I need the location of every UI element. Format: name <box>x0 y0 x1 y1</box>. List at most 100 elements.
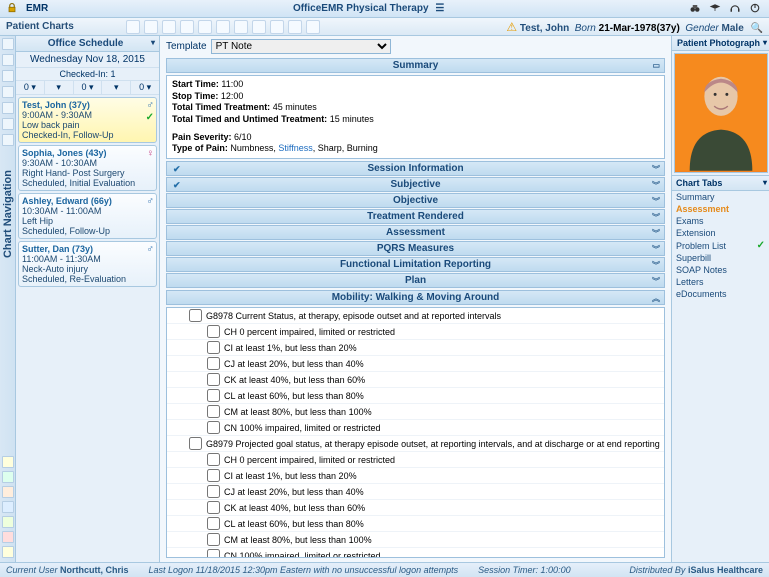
section-functional-limitation-reporting[interactable]: Functional Limitation Reporting︾ <box>166 257 665 272</box>
rail-icon-2[interactable] <box>2 54 14 66</box>
rail-bottom-6[interactable] <box>2 531 14 543</box>
mobility-row[interactable]: G8978 Current Status, at therapy, episod… <box>167 308 664 324</box>
count-0[interactable]: 0 ▾ <box>16 81 45 94</box>
mobility-checkbox[interactable] <box>207 389 220 402</box>
section-summary[interactable]: Summary ▭ <box>166 58 665 73</box>
rail-bottom-3[interactable] <box>2 486 14 498</box>
warning-icon[interactable]: ⚠ <box>506 20 517 34</box>
chart-tab-summary[interactable]: Summary <box>672 191 769 203</box>
lock2-icon[interactable] <box>270 20 284 34</box>
schedule-date[interactable]: Wednesday Nov 18, 2015 <box>16 52 159 68</box>
menu-icon[interactable]: ☰ <box>435 3 444 14</box>
rail-icon-5[interactable] <box>2 102 14 114</box>
globe-icon[interactable] <box>252 20 266 34</box>
rail-icon-3[interactable] <box>2 70 14 82</box>
appointment-card[interactable]: ♂✓Test, John (37y)9:00AM - 9:30AMLow bac… <box>18 97 157 143</box>
appointment-card[interactable]: ♂Sutter, Dan (73y)11:00AM - 11:30AMNeck-… <box>18 241 157 287</box>
rail-bottom-5[interactable] <box>2 516 14 528</box>
mobility-checkbox[interactable] <box>207 549 220 558</box>
mobility-checkbox[interactable] <box>189 437 202 450</box>
count-1[interactable]: ▾ <box>45 81 74 94</box>
appointment-card[interactable]: ♀Sophia, Jones (43y)9:30AM - 10:30AMRigh… <box>18 145 157 191</box>
appointment-card[interactable]: ♂Ashley, Edward (66y)10:30AM - 11:00AMLe… <box>18 193 157 239</box>
mobility-row[interactable]: CL at least 60%, but less than 80% <box>167 388 664 404</box>
copy-icon[interactable] <box>162 20 176 34</box>
undo-icon[interactable] <box>198 20 212 34</box>
mobility-row[interactable]: CI at least 1%, but less than 20% <box>167 340 664 356</box>
mobility-row[interactable]: CN 100% impaired, limited or restricted <box>167 548 664 558</box>
new-doc-icon[interactable] <box>144 20 158 34</box>
mobility-row[interactable]: CJ at least 20%, but less than 40% <box>167 356 664 372</box>
chevron-up-icon[interactable]: ︽ <box>652 293 660 304</box>
mobility-checkbox[interactable] <box>207 373 220 386</box>
section-plan[interactable]: Plan︾ <box>166 273 665 288</box>
chart-tab-problem-list[interactable]: Problem List✓ <box>672 239 769 252</box>
chart-tab-superbill[interactable]: Superbill <box>672 252 769 264</box>
mobility-row[interactable]: G8979 Projected goal status, at therapy … <box>167 436 664 452</box>
rail-icon-6[interactable] <box>2 118 14 130</box>
chevron-down-icon[interactable]: ︾ <box>652 244 660 255</box>
rail-bottom-4[interactable] <box>2 501 14 513</box>
section-treatment-rendered[interactable]: Treatment Rendered︾ <box>166 209 665 224</box>
mobility-checkbox[interactable] <box>189 309 202 322</box>
mobility-checkbox[interactable] <box>207 453 220 466</box>
mobility-checkbox[interactable] <box>207 485 220 498</box>
mobility-checkbox[interactable] <box>207 421 220 434</box>
expand-icon[interactable]: ▭ <box>652 61 660 70</box>
rail-bottom-7[interactable] <box>2 546 14 558</box>
chevron-down-icon[interactable]: ▾ <box>151 38 155 47</box>
count-2[interactable]: 0 ▾ <box>74 81 103 94</box>
patient-photo[interactable] <box>674 53 768 173</box>
count-4[interactable]: 0 ▾ <box>131 81 159 94</box>
chart-tab-letters[interactable]: Letters <box>672 276 769 288</box>
template-select[interactable]: PT Note <box>211 39 391 54</box>
mobility-checkbox[interactable] <box>207 533 220 546</box>
column-icon[interactable] <box>306 20 320 34</box>
rail-icon-4[interactable] <box>2 86 14 98</box>
chart-tab-assessment[interactable]: Assessment <box>672 203 769 215</box>
chart-tab-extension[interactable]: Extension <box>672 227 769 239</box>
chart-tab-edocuments[interactable]: eDocuments <box>672 288 769 300</box>
mobility-row[interactable]: CM at least 80%, but less than 100% <box>167 532 664 548</box>
mobility-checkbox[interactable] <box>207 501 220 514</box>
mobility-row[interactable]: CJ at least 20%, but less than 40% <box>167 484 664 500</box>
chevron-down-icon[interactable]: ▾ <box>763 178 767 187</box>
rail-bottom-1[interactable] <box>2 456 14 468</box>
rail-icon-1[interactable] <box>2 38 14 50</box>
mobility-row[interactable]: CK at least 40%, but less than 60% <box>167 500 664 516</box>
lock-icon[interactable] <box>6 2 20 16</box>
chevron-down-icon[interactable]: ︾ <box>652 212 660 223</box>
mobility-row[interactable]: CM at least 80%, but less than 100% <box>167 404 664 420</box>
mobility-row[interactable]: CN 100% impaired, limited or restricted <box>167 420 664 436</box>
mobility-row[interactable]: CI at least 1%, but less than 20% <box>167 468 664 484</box>
chevron-down-icon[interactable]: ▾ <box>763 38 767 47</box>
chart-tab-exams[interactable]: Exams <box>672 215 769 227</box>
headset-icon[interactable] <box>729 2 743 16</box>
clock-icon[interactable] <box>234 20 248 34</box>
mobility-checkbox[interactable] <box>207 325 220 338</box>
patient-name[interactable]: Test, John <box>520 23 569 34</box>
mobility-checkbox[interactable] <box>207 469 220 482</box>
print-icon[interactable] <box>216 20 230 34</box>
delete-icon[interactable] <box>288 20 302 34</box>
mobility-checkbox[interactable] <box>207 517 220 530</box>
chevron-down-icon[interactable]: ︾ <box>652 260 660 271</box>
section-subjective[interactable]: ✔Subjective︾ <box>166 177 665 192</box>
save-icon[interactable] <box>126 20 140 34</box>
mobility-row[interactable]: CH 0 percent impaired, limited or restri… <box>167 452 664 468</box>
grad-cap-icon[interactable] <box>709 2 723 16</box>
rail-bottom-2[interactable] <box>2 471 14 483</box>
section-pqrs-measures[interactable]: PQRS Measures︾ <box>166 241 665 256</box>
chevron-down-icon[interactable]: ︾ <box>652 276 660 287</box>
chevron-down-icon[interactable]: ︾ <box>652 228 660 239</box>
mobility-checkbox[interactable] <box>207 357 220 370</box>
mobility-row[interactable]: CH 0 percent impaired, limited or restri… <box>167 324 664 340</box>
save2-icon[interactable] <box>180 20 194 34</box>
chevron-down-icon[interactable]: ︾ <box>652 196 660 207</box>
count-3[interactable]: ▾ <box>102 81 131 94</box>
binoculars-icon[interactable] <box>689 2 703 16</box>
section-mobility[interactable]: Mobility: Walking & Moving Around ︽ <box>166 290 665 305</box>
rail-icon-7[interactable] <box>2 134 14 146</box>
mobility-row[interactable]: CK at least 40%, but less than 60% <box>167 372 664 388</box>
power-icon[interactable] <box>749 2 763 16</box>
